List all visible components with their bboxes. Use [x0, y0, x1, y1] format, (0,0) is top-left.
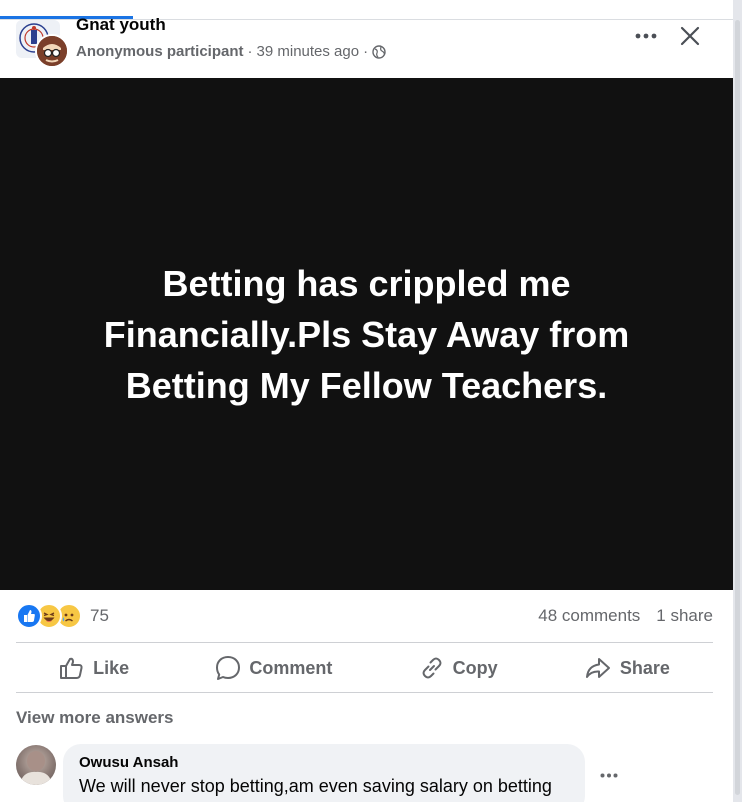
- scrollbar-thumb[interactable]: [735, 20, 740, 795]
- close-icon: [680, 26, 700, 46]
- engagement-stats: 48 comments 1 share: [538, 604, 713, 628]
- like-button[interactable]: Like: [59, 656, 129, 680]
- commenter-name[interactable]: Owusu Ansah: [79, 754, 178, 771]
- actions-bottom-divider: [16, 692, 713, 693]
- reaction-count[interactable]: 75: [90, 606, 109, 626]
- actions-top-divider: [16, 642, 713, 643]
- commenter-photo-icon: [20, 751, 52, 785]
- more-dots-icon: [635, 33, 657, 39]
- comment-bubble[interactable]: Owusu Ansah We will never stop betting,a…: [63, 744, 585, 802]
- shares-count[interactable]: 1 share: [656, 606, 713, 626]
- globe-icon: [372, 45, 386, 59]
- post-author[interactable]: Anonymous participant: [76, 42, 244, 62]
- action-bar: Like Comment Copy Share: [16, 644, 713, 692]
- close-button[interactable]: [674, 20, 706, 52]
- reactions-summary[interactable]: 75: [16, 603, 109, 629]
- share-arrow-icon: [585, 658, 610, 678]
- thumbs-up-icon: [60, 657, 83, 679]
- more-dots-icon: [600, 773, 618, 777]
- copy-label: Copy: [452, 657, 498, 678]
- anonymous-avatar[interactable]: [35, 34, 69, 68]
- share-label: Share: [619, 657, 670, 678]
- share-button[interactable]: Share: [584, 656, 670, 680]
- like-label: Like: [93, 657, 130, 678]
- post-card: Gnat youth Anonymous participant · 39 mi…: [0, 0, 733, 802]
- copy-link-button[interactable]: Copy: [419, 655, 498, 681]
- commenter-avatar[interactable]: [16, 745, 56, 785]
- comment-label: Comment: [249, 657, 333, 678]
- comment-button[interactable]: Comment: [215, 655, 332, 681]
- post-text-background[interactable]: Betting has crippled me Financially.Pls …: [0, 78, 733, 590]
- anonymous-avatar-icon: [37, 36, 67, 66]
- post-options-button[interactable]: [630, 24, 662, 48]
- comment-text: We will never stop betting,am even savin…: [79, 776, 552, 796]
- comment-bubble-icon: [216, 656, 241, 680]
- view-more-answers-link[interactable]: View more answers: [16, 708, 174, 728]
- like-icon: [16, 603, 42, 629]
- meta-separator: ·: [363, 43, 369, 60]
- post-time[interactable]: 39 minutes ago: [257, 42, 360, 62]
- post-meta: Anonymous participant · 39 minutes ago ·: [76, 42, 386, 62]
- meta-separator: ·: [247, 43, 253, 60]
- comment-options-button[interactable]: [596, 764, 622, 786]
- link-icon: [422, 657, 442, 679]
- post-body-text: Betting has crippled me Financially.Pls …: [103, 262, 630, 406]
- group-name[interactable]: Gnat youth: [76, 14, 166, 36]
- comments-count[interactable]: 48 comments: [538, 606, 640, 626]
